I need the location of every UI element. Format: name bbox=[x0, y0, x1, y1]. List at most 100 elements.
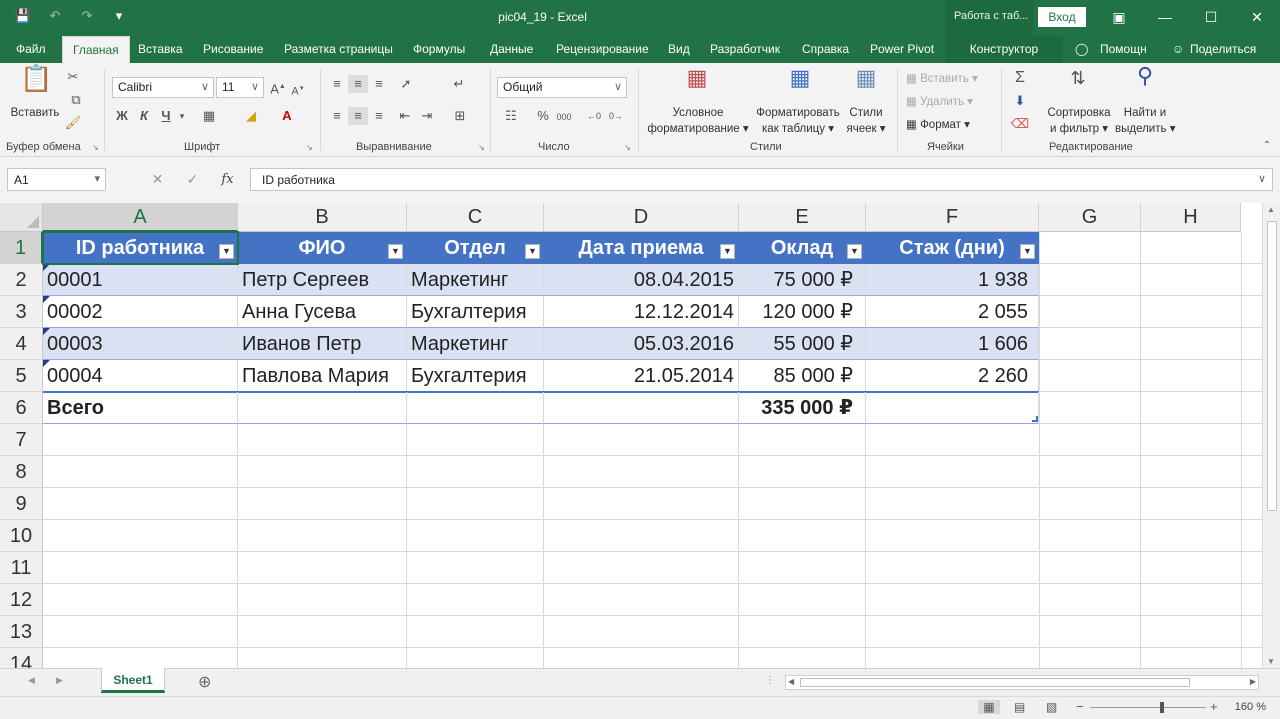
empty-cells-below[interactable] bbox=[43, 424, 1039, 668]
align-bottom-icon[interactable]: ≡ bbox=[370, 75, 388, 93]
maximize-icon[interactable]: ☐ bbox=[1188, 0, 1234, 34]
merge-center-icon[interactable]: ⊞ bbox=[448, 107, 472, 125]
table-cell[interactable]: 00002 bbox=[43, 296, 238, 328]
row-header[interactable]: 7 bbox=[0, 424, 43, 456]
horizontal-scrollbar[interactable]: ◀ ▶ bbox=[785, 675, 1259, 690]
font-name-combo[interactable]: Calibri ∨ bbox=[112, 77, 214, 98]
tab-insert[interactable]: Вставка bbox=[138, 42, 183, 56]
table-cell[interactable]: 75 000 ₽ bbox=[739, 264, 866, 296]
search-icon[interactable]: ⚲ bbox=[1130, 65, 1160, 87]
table-cell[interactable]: Маркетинг bbox=[407, 264, 544, 296]
table-header-cell[interactable]: Дата приема ▼ bbox=[544, 232, 739, 264]
copy-icon[interactable]: ⧉ bbox=[64, 91, 88, 109]
clear-icon[interactable]: ⌫ bbox=[1010, 115, 1030, 133]
collapse-ribbon-icon[interactable]: ⌃ bbox=[1260, 137, 1274, 155]
fill-icon[interactable]: ⬇ bbox=[1010, 92, 1030, 110]
total-cell[interactable]: Всего bbox=[43, 392, 238, 424]
page-layout-view-icon[interactable]: ▤ bbox=[1014, 700, 1025, 714]
close-icon[interactable]: ✕ bbox=[1234, 0, 1280, 34]
table-cell[interactable]: Петр Сергеев bbox=[238, 264, 407, 296]
tab-help[interactable]: Справка bbox=[802, 42, 849, 56]
total-cell[interactable] bbox=[866, 392, 1039, 424]
tab-review[interactable]: Рецензирование bbox=[556, 42, 649, 56]
filter-dropdown-icon[interactable]: ▼ bbox=[1020, 244, 1035, 259]
cancel-icon[interactable]: ✕ bbox=[140, 171, 175, 188]
align-center-icon[interactable]: ≡ bbox=[348, 107, 368, 125]
format-as-table-button[interactable]: Форматировать как таблицу ▾ bbox=[752, 105, 844, 137]
table-cell[interactable]: 00003 bbox=[43, 328, 238, 360]
table-cell[interactable]: Бухгалтерия bbox=[407, 360, 544, 392]
table-cell[interactable]: 55 000 ₽ bbox=[739, 328, 866, 360]
column-header[interactable]: G bbox=[1039, 203, 1141, 232]
font-size-combo[interactable]: 11 ∨ bbox=[216, 77, 264, 98]
zoom-slider-thumb[interactable] bbox=[1160, 702, 1164, 713]
table-cell[interactable]: 08.04.2015 bbox=[544, 264, 739, 296]
row-header[interactable]: 10 bbox=[0, 520, 43, 552]
row-header[interactable]: 6 bbox=[0, 392, 43, 424]
delete-cells-button[interactable]: ▦ Удалить ▾ bbox=[906, 94, 973, 110]
tab-view[interactable]: Вид bbox=[668, 42, 690, 56]
table-header-cell[interactable]: ФИО ▼ bbox=[238, 232, 407, 264]
column-header[interactable]: C bbox=[407, 203, 544, 232]
underline-button[interactable]: Ч bbox=[158, 107, 174, 125]
page-break-view-icon[interactable]: ▧ bbox=[1046, 700, 1057, 714]
table-cell[interactable]: Анна Гусева bbox=[238, 296, 407, 328]
column-header[interactable]: A bbox=[43, 203, 238, 232]
row-header[interactable]: 9 bbox=[0, 488, 43, 520]
table-cell[interactable]: 85 000 ₽ bbox=[739, 360, 866, 392]
total-cell[interactable]: 335 000 ₽ bbox=[739, 392, 866, 424]
column-header[interactable]: B bbox=[238, 203, 407, 232]
alignment-launcher-icon[interactable]: ↘ bbox=[478, 143, 485, 152]
font-launcher-icon[interactable]: ↘ bbox=[306, 143, 313, 152]
tab-developer[interactable]: Разработчик bbox=[710, 42, 780, 56]
zoom-slider[interactable] bbox=[1090, 707, 1206, 708]
tab-design[interactable]: Конструктор bbox=[945, 36, 1063, 63]
table-cell[interactable]: 21.05.2014 bbox=[544, 360, 739, 392]
row-header[interactable]: 3 bbox=[0, 296, 43, 328]
filter-dropdown-icon[interactable]: ▼ bbox=[388, 244, 403, 259]
align-left-icon[interactable]: ≡ bbox=[328, 107, 346, 125]
table-cell[interactable]: 05.03.2016 bbox=[544, 328, 739, 360]
scroll-down-icon[interactable]: ▼ bbox=[1267, 657, 1275, 666]
align-top-icon[interactable]: ≡ bbox=[328, 75, 346, 93]
tab-file[interactable]: Файл bbox=[16, 42, 46, 56]
borders-icon[interactable]: ▦ bbox=[200, 107, 218, 125]
ribbon-display-icon[interactable]: ▣ bbox=[1096, 0, 1142, 34]
row-header[interactable]: 12 bbox=[0, 584, 43, 616]
total-cell[interactable] bbox=[407, 392, 544, 424]
table-cell[interactable]: 00001 bbox=[43, 264, 238, 296]
number-format-combo[interactable]: Общий ∨ bbox=[497, 77, 627, 98]
scroll-left-icon[interactable]: ◀ bbox=[788, 677, 794, 686]
table-cell[interactable]: 12.12.2014 bbox=[544, 296, 739, 328]
number-launcher-icon[interactable]: ↘ bbox=[624, 143, 631, 152]
align-middle-icon[interactable]: ≡ bbox=[348, 75, 368, 93]
confirm-icon[interactable]: ✓ bbox=[175, 171, 210, 188]
signin-button[interactable]: Вход bbox=[1038, 7, 1086, 27]
insert-function-button[interactable]: fx bbox=[210, 172, 245, 187]
add-sheet-icon[interactable]: ⊕ bbox=[198, 672, 211, 692]
insert-cells-button[interactable]: ▦ Вставить ▾ bbox=[906, 71, 978, 87]
scroll-up-icon[interactable]: ▲ bbox=[1267, 205, 1275, 214]
tab-formulas[interactable]: Формулы bbox=[413, 42, 465, 56]
table-cell[interactable]: 00004 bbox=[43, 360, 238, 392]
cell-styles-button[interactable]: Стили ячеек ▾ bbox=[843, 105, 889, 137]
chevron-down-icon[interactable]: ▾ bbox=[176, 107, 188, 125]
zoom-out-icon[interactable]: − bbox=[1076, 699, 1084, 714]
table-cell[interactable]: 1 606 bbox=[866, 328, 1039, 360]
paste-button[interactable]: Вставить bbox=[4, 105, 66, 121]
sheet-tab-sheet1[interactable]: Sheet1 bbox=[101, 668, 165, 693]
fill-color-icon[interactable]: ◢ bbox=[240, 107, 262, 125]
grow-font-icon[interactable]: A▲ bbox=[270, 78, 286, 98]
vertical-scrollbar[interactable]: ▲ ▼ bbox=[1262, 203, 1280, 668]
table-cell[interactable]: 1 938 bbox=[866, 264, 1039, 296]
table-cell[interactable]: Маркетинг bbox=[407, 328, 544, 360]
table-cell[interactable]: Иванов Петр bbox=[238, 328, 407, 360]
column-header[interactable]: F bbox=[866, 203, 1039, 232]
percent-button[interactable]: % bbox=[535, 107, 551, 125]
total-cell[interactable] bbox=[544, 392, 739, 424]
tab-home[interactable]: Главная bbox=[62, 36, 130, 64]
orientation-icon[interactable]: ➚ bbox=[394, 75, 418, 93]
scroll-right-icon[interactable]: ▶ bbox=[1250, 677, 1256, 686]
row-header[interactable]: 5 bbox=[0, 360, 43, 392]
table-cell[interactable]: Бухгалтерия bbox=[407, 296, 544, 328]
